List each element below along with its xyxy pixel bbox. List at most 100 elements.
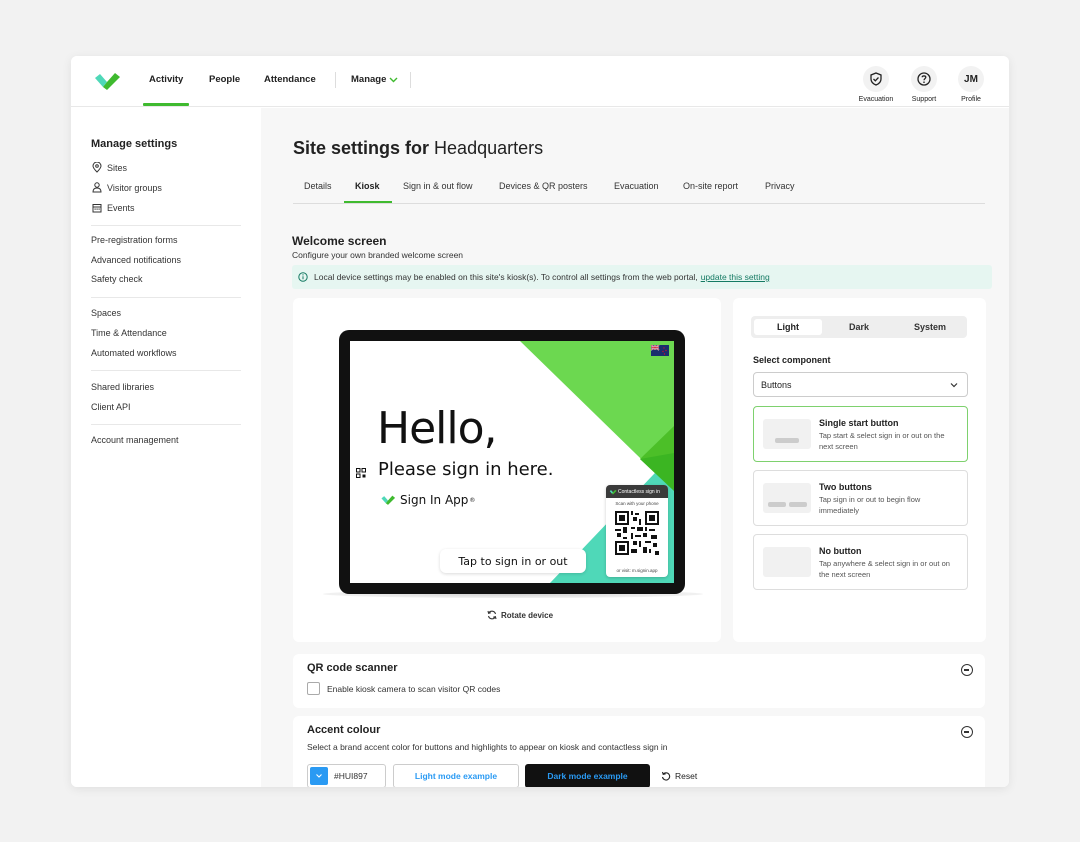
tab-devices-qr-posters[interactable]: Devices & QR posters [499, 181, 588, 191]
info-icon [298, 272, 308, 282]
component-select-value: Buttons [761, 379, 792, 390]
option-title: Two buttons [819, 482, 872, 492]
collapse-icon[interactable] [961, 664, 973, 676]
thumbnail-button-shape [775, 438, 799, 443]
profile-button[interactable]: JM Profile [941, 66, 1001, 103]
sidebar-item-automated-workflows[interactable]: Automated workflows [91, 348, 177, 358]
tab-kiosk[interactable]: Kiosk [355, 181, 380, 191]
info-text: Local device settings may be enabled on … [314, 272, 698, 282]
chevron-down-icon [316, 774, 322, 778]
hello-heading: Hello, [377, 403, 498, 454]
shield-check-icon [863, 66, 889, 92]
sidebar-item-sites[interactable]: Sites [91, 162, 127, 173]
option-description: Tap start & select sign in or out on the… [819, 431, 945, 451]
color-swatch[interactable] [310, 767, 328, 785]
option-two-buttons[interactable]: Two buttons Tap sign in or out to begin … [753, 470, 968, 526]
qr-foot-text: or visit: m.signin.app [616, 568, 658, 573]
component-controls-card: Light Dark System Select component Butto… [733, 298, 986, 642]
contactless-qr-card: Contactless sign in Scan with your phone [606, 485, 668, 577]
top-nav-bar: Activity People Attendance Manage Evacua… [71, 56, 1009, 107]
option-title: Single start button [819, 418, 899, 428]
main-content: Site settings for Headquarters Details K… [261, 108, 1009, 787]
location-pin-icon [91, 162, 102, 173]
tablet-frame: Hello, Please sign in here. Sign In App ®… [339, 330, 685, 594]
tap-to-sign-in-button[interactable]: Tap to sign in or out [440, 549, 586, 573]
tab-sign-in-out-flow[interactable]: Sign in & out flow [403, 181, 473, 191]
welcome-screen-subtitle: Configure your own branded welcome scree… [292, 250, 464, 260]
reset-button[interactable]: Reset [661, 771, 697, 781]
sidebar-item-account-management[interactable]: Account management [91, 435, 179, 445]
sidebar-item-advanced-notifications[interactable]: Advanced notifications [91, 255, 181, 265]
accent-hex-value: #HUI897 [334, 771, 368, 781]
enable-kiosk-camera-checkbox[interactable] [307, 682, 320, 695]
sidebar-item-client-api[interactable]: Client API [91, 402, 131, 412]
accent-colour-section: Accent colour Select a brand accent colo… [293, 716, 985, 787]
settings-sidebar: Manage settings Sites Visitor groups Eve… [71, 108, 261, 787]
tab-on-site-report[interactable]: On-site report [683, 181, 738, 191]
accent-colour-title: Accent colour [307, 724, 381, 736]
nav-attendance[interactable]: Attendance [264, 74, 316, 85]
please-sign-in-text: Please sign in here. [378, 459, 554, 480]
qr-code-scanner-section: QR code scanner Enable kiosk camera to s… [293, 654, 985, 708]
collapse-icon[interactable] [961, 726, 973, 738]
option-title: No button [819, 546, 862, 556]
profile-label: Profile [961, 96, 981, 103]
sidebar-item-events[interactable]: Events [91, 202, 135, 213]
rotate-icon [487, 610, 497, 620]
nav-people[interactable]: People [209, 74, 240, 85]
sidebar-item-safety-check[interactable]: Safety check [91, 274, 143, 284]
sidebar-item-spaces[interactable]: Spaces [91, 308, 121, 318]
component-select[interactable]: Buttons [753, 372, 968, 397]
registered-mark-icon: ® [469, 496, 476, 504]
light-mode-example-button[interactable]: Light mode example [393, 764, 519, 787]
reset-label: Reset [675, 771, 698, 781]
dark-mode-example-button[interactable]: Dark mode example [525, 764, 650, 787]
kiosk-screen: Hello, Please sign in here. Sign In App ®… [350, 341, 674, 583]
qr-card-header: Contactless sign in [606, 485, 668, 498]
new-zealand-flag-icon [651, 345, 669, 356]
option-single-start-button[interactable]: Single start button Tap start & select s… [753, 406, 968, 462]
nav-manage-label: Manage [351, 74, 387, 85]
enable-kiosk-camera-label: Enable kiosk camera to scan visitor QR c… [327, 684, 501, 694]
sidebar-item-pre-registration-forms[interactable]: Pre-registration forms [91, 235, 178, 245]
app-window: Activity People Attendance Manage Evacua… [71, 56, 1009, 787]
tab-active-indicator [344, 201, 392, 203]
option-thumbnail [763, 547, 811, 577]
kiosk-preview-card: Hello, Please sign in here. Sign In App ®… [293, 298, 721, 642]
tab-privacy[interactable]: Privacy [765, 181, 795, 191]
option-thumbnail [763, 483, 811, 513]
rotate-device-button[interactable]: Rotate device [487, 610, 553, 620]
sign-in-app-logo [609, 489, 617, 495]
sidebar-item-time-attendance[interactable]: Time & Attendance [91, 328, 167, 338]
sign-in-app-logo[interactable] [93, 70, 121, 92]
site-name: Headquarters [434, 138, 544, 158]
sidebar-item-label: Events [107, 202, 135, 213]
mode-dark-option[interactable]: Dark [825, 319, 893, 335]
nav-manage[interactable]: Manage [351, 74, 398, 85]
update-setting-link[interactable]: update this setting [701, 272, 770, 282]
thumbnail-button-shape [768, 502, 786, 507]
info-banner: Local device settings may be enabled on … [292, 265, 992, 289]
nav-divider [410, 72, 411, 88]
sidebar-item-visitor-groups[interactable]: Visitor groups [91, 182, 162, 193]
option-description: Tap anywhere & select sign in or out on … [819, 559, 950, 579]
sidebar-item-shared-libraries[interactable]: Shared libraries [91, 382, 154, 392]
tab-evacuation[interactable]: Evacuation [614, 181, 659, 191]
calendar-icon [91, 202, 102, 213]
mode-system-option[interactable]: System [896, 319, 964, 335]
thumbnail-button-shape [789, 502, 807, 507]
nav-activity[interactable]: Activity [149, 74, 183, 85]
option-no-button[interactable]: No button Tap anywhere & select sign in … [753, 534, 968, 590]
nav-active-indicator [143, 103, 189, 106]
mode-light-option[interactable]: Light [754, 319, 822, 335]
brand-logo: Sign In App ® [380, 493, 475, 507]
page-title: Site settings for Headquarters [293, 138, 543, 159]
tab-details[interactable]: Details [304, 181, 332, 191]
settings-tabs: Details Kiosk Sign in & out flow Devices… [293, 178, 985, 204]
sidebar-divider [91, 297, 241, 298]
sidebar-item-label: Visitor groups [107, 182, 162, 193]
accent-color-input[interactable]: #HUI897 [307, 764, 386, 787]
chevron-down-icon [389, 77, 398, 82]
qr-small-icon [356, 468, 366, 478]
qr-scanner-title: QR code scanner [307, 662, 398, 674]
